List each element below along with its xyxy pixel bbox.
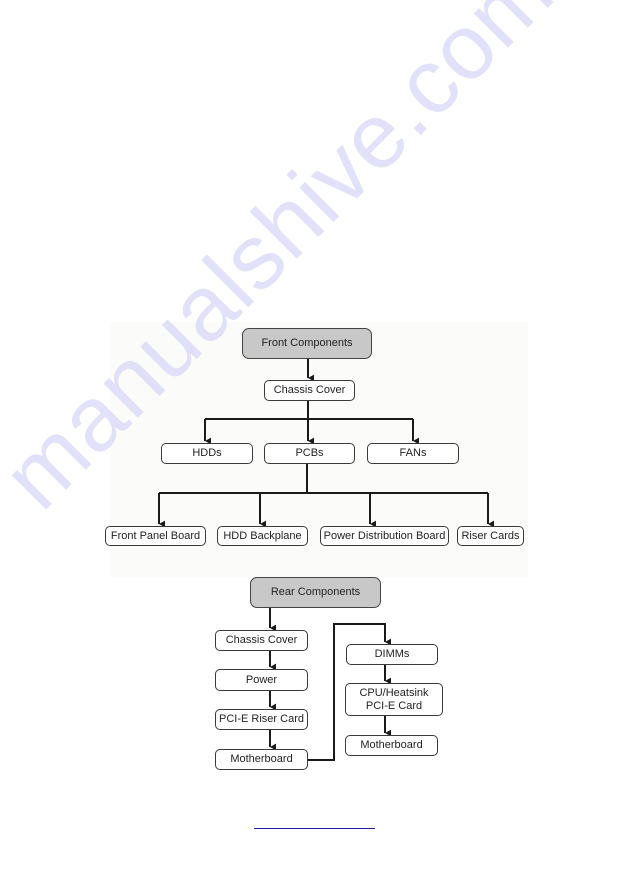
front-components-root: Front Components [242, 328, 372, 359]
rear-components-root: Rear Components [250, 577, 381, 608]
front-chassis-cover: Chassis Cover [264, 380, 355, 401]
rear-cpu-heatsink-pcie-card: CPU/Heatsink PCI-E Card [345, 683, 443, 716]
rear-pcie-riser-card: PCI-E Riser Card [215, 709, 308, 730]
front-riser-cards: Riser Cards [457, 526, 524, 546]
rear-motherboard-right: Motherboard [345, 735, 438, 756]
rear-power: Power [215, 669, 308, 691]
front-hdd-backplane: HDD Backplane [217, 526, 308, 546]
front-fans: FANs [367, 443, 459, 464]
rear-dimms: DIMMs [346, 644, 438, 665]
front-hdds: HDDs [161, 443, 253, 464]
rear-chassis-cover: Chassis Cover [215, 630, 308, 651]
front-pcbs: PCBs [264, 443, 355, 464]
rear-motherboard-left: Motherboard [215, 749, 308, 770]
footer-link[interactable] [254, 816, 375, 829]
front-front-panel-board: Front Panel Board [105, 526, 206, 546]
front-power-distribution-board: Power Distribution Board [320, 526, 449, 546]
